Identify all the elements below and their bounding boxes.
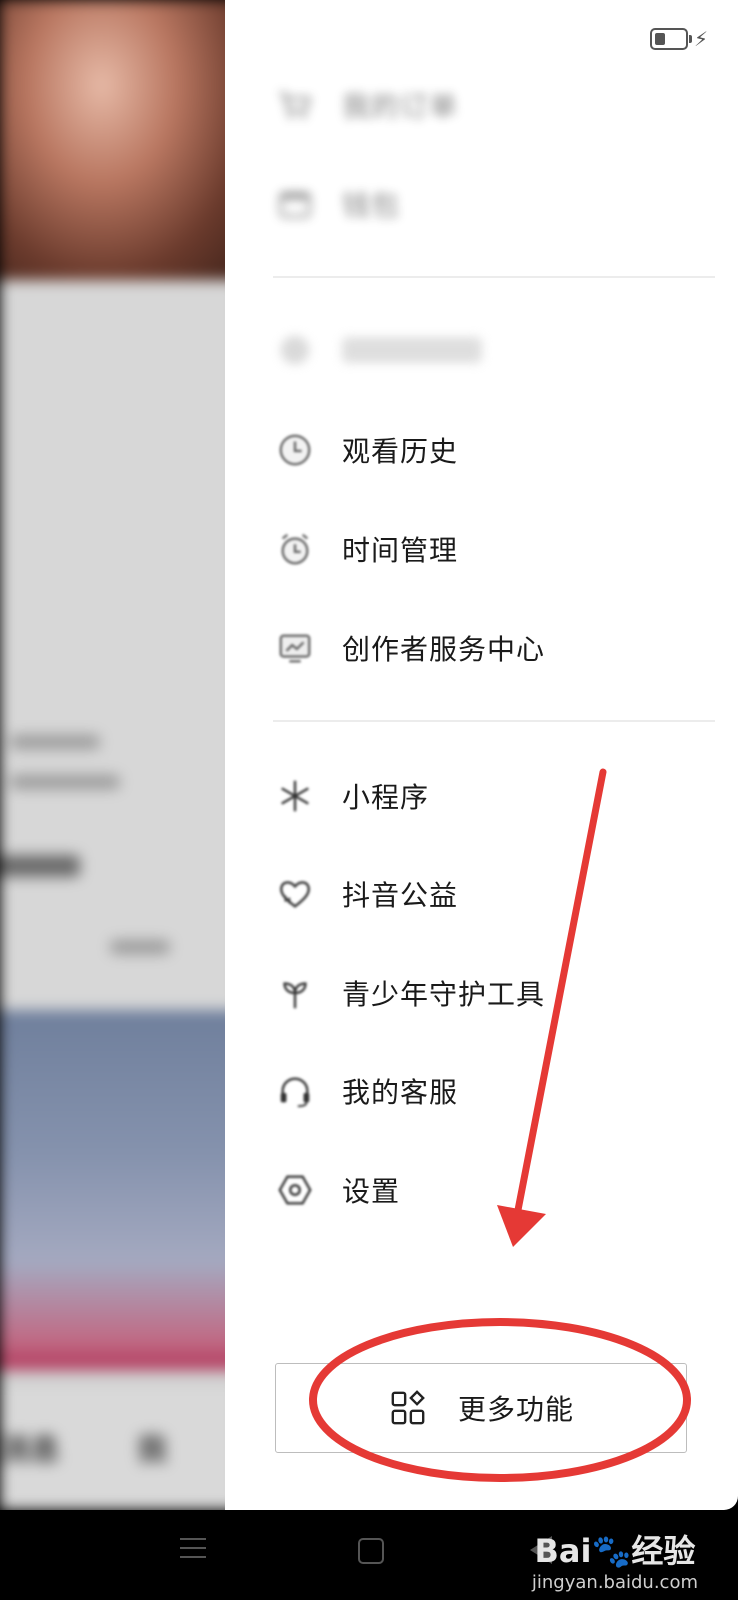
heart-icon [275,874,315,914]
menu-item-history[interactable]: 观看历史 [275,420,695,480]
menu-item-orders[interactable]: 我的订单 [275,75,695,135]
blurred-icon [275,330,315,370]
hexagon-gear-icon [275,1170,315,1210]
more-features-label: 更多功能 [457,1393,574,1426]
watermark-url: jingyan.baidu.com [531,1572,698,1593]
wallet-icon [275,184,315,224]
menu-item-label: 我的客服 [342,1076,459,1109]
headset-icon [275,1071,315,1111]
monitor-icon [275,628,315,668]
menu-item-charity[interactable]: 抖音公益 [275,864,695,924]
home-icon[interactable] [358,1538,384,1564]
menu-item-label: 小程序 [342,781,430,814]
cart-icon [275,85,315,125]
menu-item-label: 青少年守护工具 [342,978,546,1011]
battery-status: ⚡ [649,27,708,51]
menu-item-label: 观看历史 [342,435,459,468]
more-features-button[interactable]: 更多功能 [275,1363,687,1453]
menu-item-creator-center[interactable]: 创作者服务中心 [275,618,695,678]
menu-item-time-management[interactable]: 时间管理 [275,519,695,579]
watermark-logo: Bai🐾经验 [534,1532,696,1570]
asterisk-icon [275,776,315,816]
battery-icon [649,28,692,50]
menu-item-mini-programs[interactable]: 小程序 [275,766,695,826]
menu-item-label: 抖音公益 [342,879,459,912]
screen: 消息 我 ⚡ 我的订单 钱包 观看历史 时间管理 创作者服务中心 小程序 抖音公… [0,0,738,1510]
background-thumbnail [0,1010,240,1370]
sprout-icon [275,973,315,1013]
menu-item-label: 钱包 [342,189,401,222]
clock-icon [275,430,315,470]
menu-item-label: 时间管理 [342,534,459,567]
menu-item-label: 我的订单 [342,90,459,123]
watermark: Bai🐾经验 jingyan.baidu.com [532,1526,698,1593]
blurred-text [0,855,80,877]
blurred-text [10,775,120,789]
grid-icon [388,1388,428,1428]
menu-item-label: 创作者服务中心 [342,633,546,666]
charging-bolt-icon: ⚡ [693,27,708,51]
side-drawer: ⚡ 我的订单 钱包 观看历史 时间管理 创作者服务中心 小程序 抖音公益 青少年… [225,0,738,1510]
blurred-label [342,337,482,363]
tab-me[interactable]: 我 [137,1425,167,1469]
menu-item-hidden[interactable] [275,320,695,380]
menu-item-wallet[interactable]: 钱包 [275,174,695,234]
divider [273,276,715,278]
menu-item-settings[interactable]: 设置 [275,1160,695,1220]
menu-icon[interactable] [180,1538,206,1565]
background-photo [0,0,240,280]
alarm-clock-icon [275,529,315,569]
divider [273,720,715,722]
background-content [0,280,240,1010]
blurred-text [10,735,100,749]
system-navbar: Bai🐾经验 jingyan.baidu.com [0,1510,738,1600]
blurred-text [110,940,170,954]
tab-messages[interactable]: 消息 [0,1425,60,1469]
menu-item-teen-protection[interactable]: 青少年守护工具 [275,963,695,1023]
background-app: 消息 我 [0,0,240,1510]
menu-item-label: 设置 [342,1175,401,1208]
menu-item-customer-service[interactable]: 我的客服 [275,1061,695,1121]
